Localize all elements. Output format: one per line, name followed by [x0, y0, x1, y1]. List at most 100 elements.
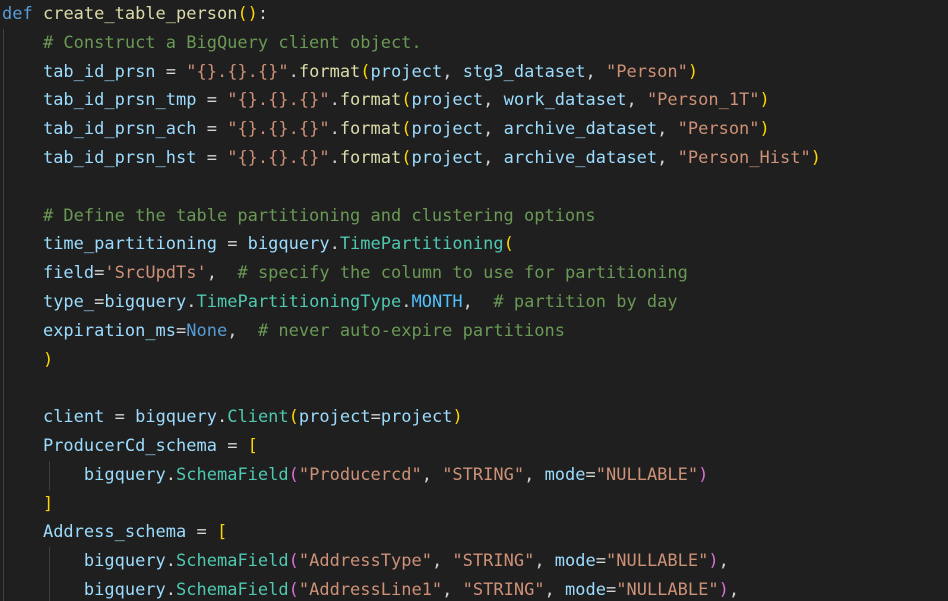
code-token: = [155, 61, 187, 82]
code-line[interactable] [0, 172, 948, 202]
code-token: "Person" [606, 61, 688, 82]
code-line[interactable]: ) [0, 345, 948, 375]
code-line[interactable]: client = bigquery.Client(project=project… [0, 403, 948, 432]
code-token: tab_id_prsn_tmp [42, 90, 197, 111]
code-token: = [595, 551, 606, 572]
code-token: , [585, 61, 606, 82]
indent-guide [3, 172, 4, 202]
code-line[interactable]: tab_id_prsn = "{}.{}.{}".format(project,… [0, 57, 948, 87]
code-token: , [483, 119, 504, 140]
code-token: ( [401, 90, 412, 111]
code-line[interactable]: # Construct a BigQuery client object. [0, 28, 948, 58]
code-line[interactable]: # Define the table partitioning and clus… [0, 201, 948, 231]
code-token: ( [288, 407, 299, 428]
code-token: . [329, 90, 340, 111]
code-line[interactable]: field='SrcUpdTs', # specify the column t… [0, 259, 948, 288]
code-token: Client [227, 407, 289, 428]
code-token: ) [687, 61, 699, 82]
code-line[interactable]: type_=bigquery.TimePartitioningType.MONT… [0, 287, 948, 317]
code-line[interactable]: ProducerCd_schema = [ [0, 431, 948, 461]
code-line[interactable]: tab_id_prsn_hst = "{}.{}.{}".format(proj… [0, 143, 948, 173]
code-token: : [257, 4, 269, 24]
code-token: "Person" [677, 119, 760, 140]
code-token: expiration_ms [42, 320, 177, 341]
code-line[interactable] [0, 374, 948, 404]
code-token: . [329, 234, 340, 255]
indent-guide [3, 57, 4, 87]
code-line[interactable]: Address_schema = [ [0, 518, 948, 548]
code-line[interactable]: def create_table_person(): [0, 0, 948, 29]
code-token: , [657, 147, 678, 168]
code-token: project [380, 407, 453, 428]
code-token: , [483, 90, 504, 111]
code-token: , [544, 579, 566, 600]
code-token: . [186, 291, 197, 312]
code-token: , [206, 263, 238, 284]
code-line[interactable]: bigquery.SchemaField("AddressLine1", "ST… [0, 575, 948, 601]
code-lines[interactable]: def create_table_person(): # Construct a… [0, 0, 948, 601]
code-token: , [431, 551, 453, 572]
indent-guide [3, 460, 4, 490]
code-token: , [534, 551, 555, 572]
code-token: , [483, 147, 504, 168]
code-token: . [329, 119, 340, 140]
indent-guide [3, 431, 4, 461]
code-token: ) [708, 551, 719, 572]
code-token: mode [565, 579, 606, 600]
code-line[interactable]: tab_id_prsn_ach = "{}.{}.{}".format(proj… [0, 115, 948, 144]
code-token: = [196, 90, 228, 111]
code-token: "NULLABLE" [616, 579, 719, 600]
code-token: 'SrcUpdTs' [104, 263, 207, 284]
code-token: archive_dataset [503, 147, 658, 168]
indent-guide [49, 460, 50, 490]
indent-guide [3, 115, 4, 144]
code-token: work_dataset [503, 90, 627, 111]
indent-guide [49, 575, 50, 601]
code-line[interactable]: ] [0, 489, 948, 519]
code-token: . [165, 551, 177, 572]
code-token: def [2, 4, 33, 24]
indent-guide [3, 575, 4, 601]
code-token: = [94, 263, 105, 284]
code-token: # never auto-expire partitions [257, 320, 565, 341]
code-token: [ [247, 435, 258, 456]
code-token: ( [401, 119, 412, 140]
indent-guide [3, 201, 4, 231]
code-token: bigquery [104, 291, 187, 312]
code-token: # partition by day [493, 291, 678, 312]
code-token: TimePartitioningType [196, 291, 402, 312]
code-token: "Person_1T" [646, 90, 760, 111]
indent-guide [3, 489, 4, 519]
code-token: bigquery [83, 579, 166, 600]
code-line[interactable]: tab_id_prsn_tmp = "{}.{}.{}".format(proj… [0, 86, 948, 116]
code-token: SchemaField [176, 579, 289, 600]
code-line[interactable]: expiration_ms=None, # never auto-expire … [0, 316, 948, 346]
indent-guide [3, 86, 4, 116]
code-token: , [442, 61, 463, 82]
indent-guide [49, 547, 50, 576]
code-token: "STRING" [462, 579, 545, 600]
code-token: MONTH [411, 291, 463, 312]
code-token: ) [698, 464, 709, 485]
code-line[interactable]: bigquery.SchemaField("AddressType", "STR… [0, 547, 948, 576]
code-token: , [227, 320, 258, 341]
indent-guide [3, 143, 4, 173]
code-token: ] [42, 493, 54, 514]
code-editor[interactable]: def create_table_person(): # Construct a… [0, 0, 948, 601]
code-token: bigquery [247, 234, 330, 255]
indent-guide [3, 230, 4, 260]
code-line[interactable]: time_partitioning = bigquery.TimePartiti… [0, 230, 948, 260]
code-line[interactable]: bigquery.SchemaField("Producercd", "STRI… [0, 460, 948, 490]
code-token: "STRING" [452, 551, 535, 572]
indent-guide [3, 316, 4, 346]
